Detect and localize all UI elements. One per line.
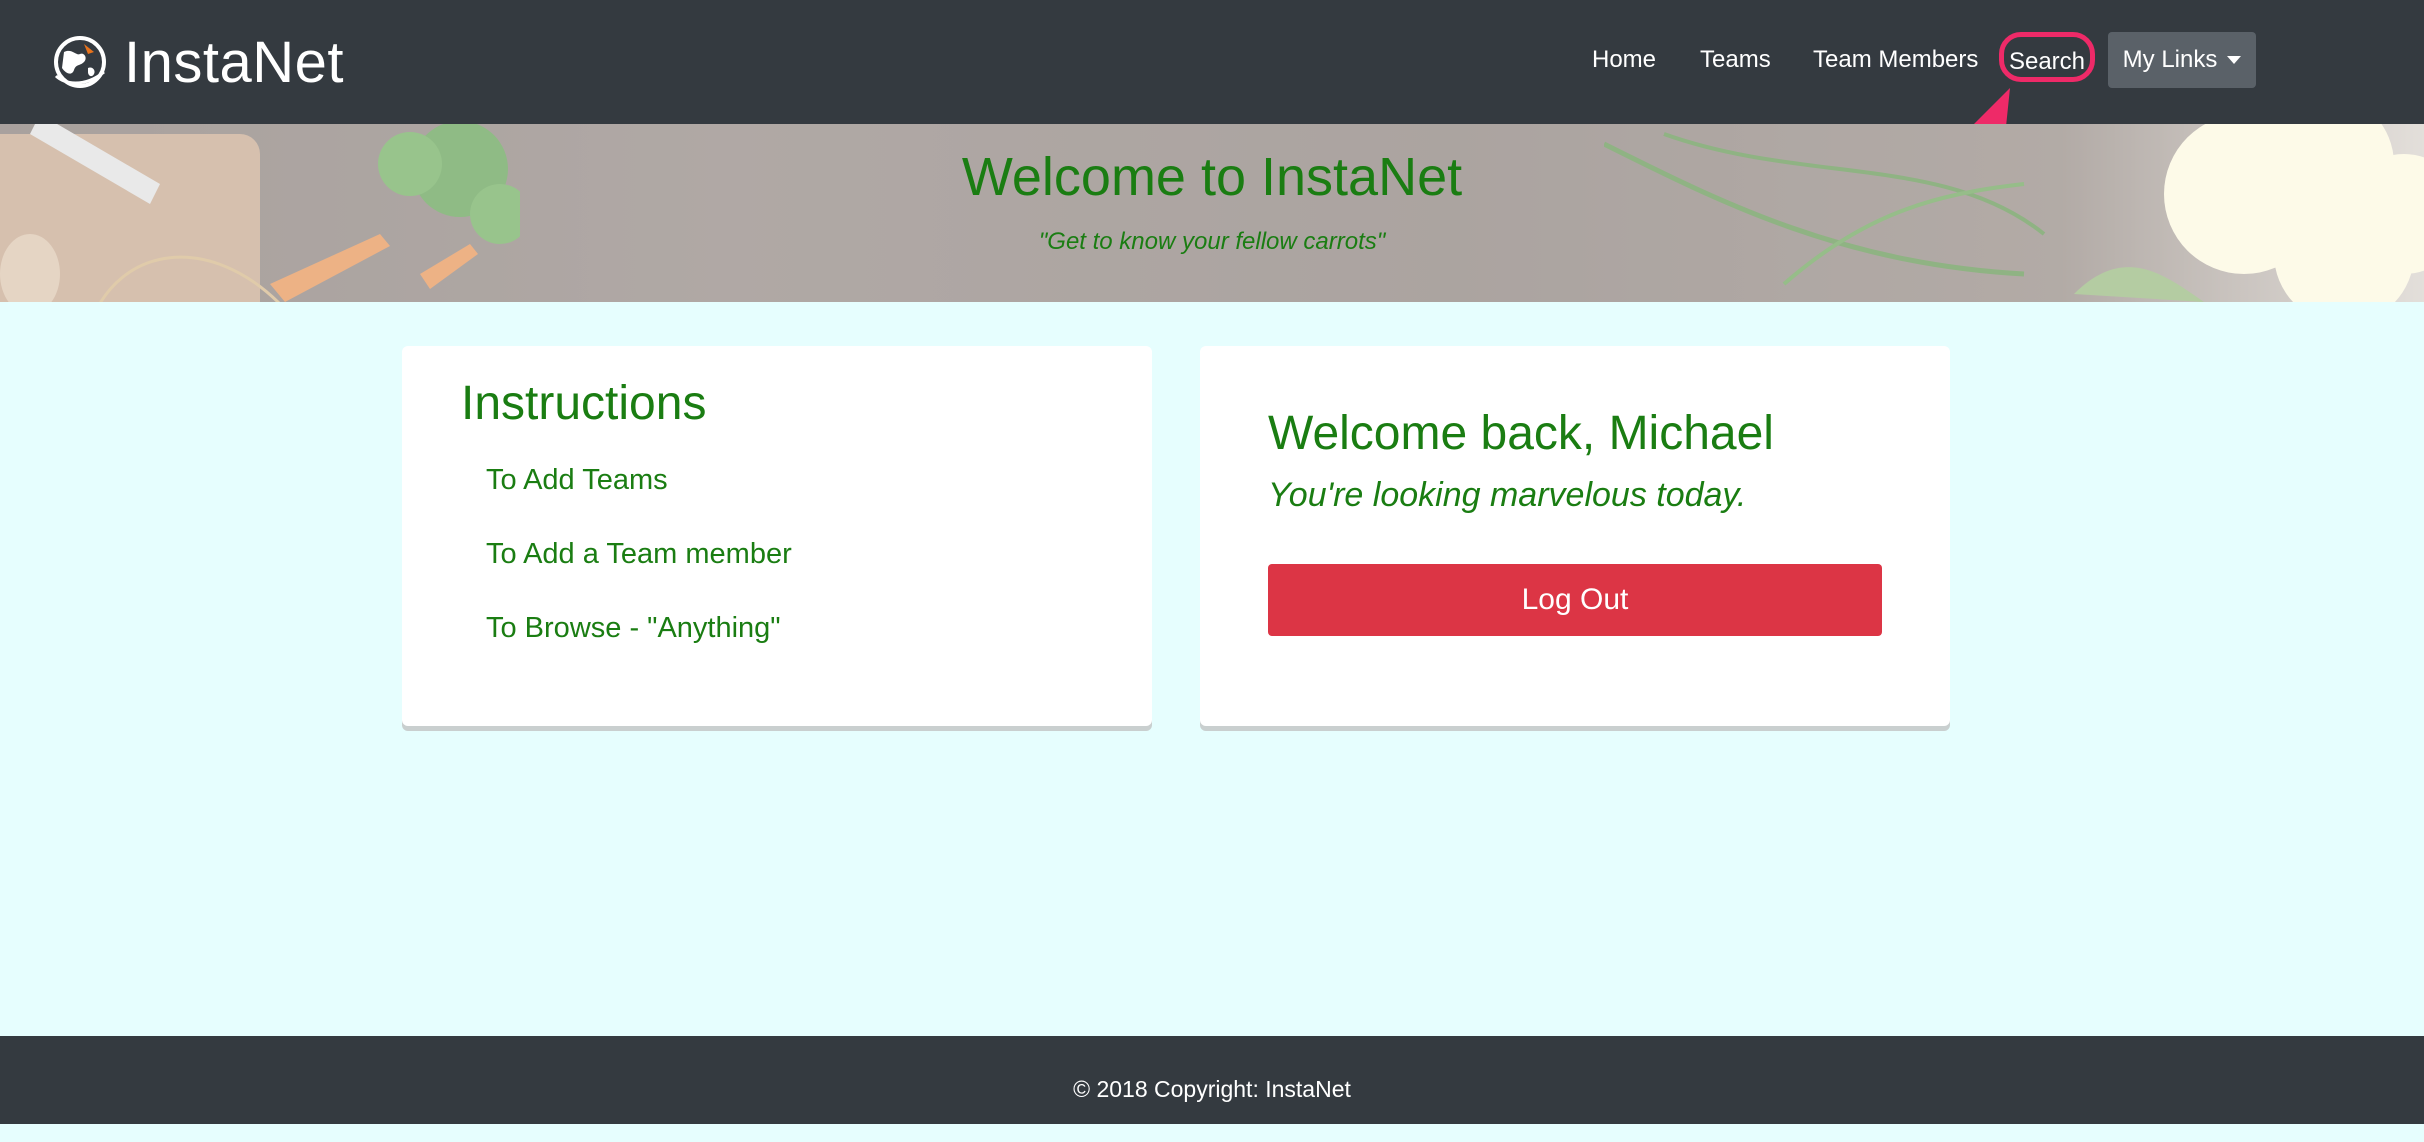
- hero-subtitle: "Get to know your fellow carrots": [1038, 228, 1386, 255]
- caret-down-icon: [2227, 56, 2242, 64]
- my-links-label: My Links: [2122, 46, 2218, 73]
- nav-team-members[interactable]: Team Members: [1813, 38, 1978, 82]
- navbar: InstaNet Home Teams Team Members Search …: [0, 0, 2424, 124]
- hero-banner: Welcome to InstaNet "Get to know your fe…: [0, 124, 2424, 302]
- add-team-member-link[interactable]: To Add a Team member: [486, 538, 792, 571]
- nav-teams[interactable]: Teams: [1700, 38, 1771, 82]
- nav-search[interactable]: Search: [1999, 32, 2095, 82]
- welcome-subtitle: You're looking marvelous today.: [1268, 476, 1747, 514]
- instructions-title: Instructions: [461, 377, 707, 430]
- brand-name: InstaNet: [124, 29, 344, 95]
- welcome-card: Welcome back, Michael You're looking mar…: [1200, 346, 1950, 726]
- welcome-title: Welcome back, Michael: [1268, 407, 1774, 460]
- nav-home[interactable]: Home: [1592, 38, 1656, 82]
- globe-icon: [54, 36, 106, 88]
- add-teams-link[interactable]: To Add Teams: [486, 464, 668, 497]
- instructions-card: Instructions To Add Teams To Add a Team …: [402, 346, 1152, 726]
- browse-anything-link[interactable]: To Browse - "Anything": [486, 612, 781, 645]
- hero-title: Welcome to InstaNet: [961, 147, 1463, 207]
- footer: © 2018 Copyright: InstaNet: [0, 1036, 2424, 1124]
- copyright-text: © 2018 Copyright: InstaNet: [1073, 1076, 1351, 1102]
- brand-link[interactable]: InstaNet: [50, 26, 344, 98]
- logout-button[interactable]: Log Out: [1268, 564, 1882, 636]
- my-links-dropdown[interactable]: My Links: [2108, 32, 2256, 88]
